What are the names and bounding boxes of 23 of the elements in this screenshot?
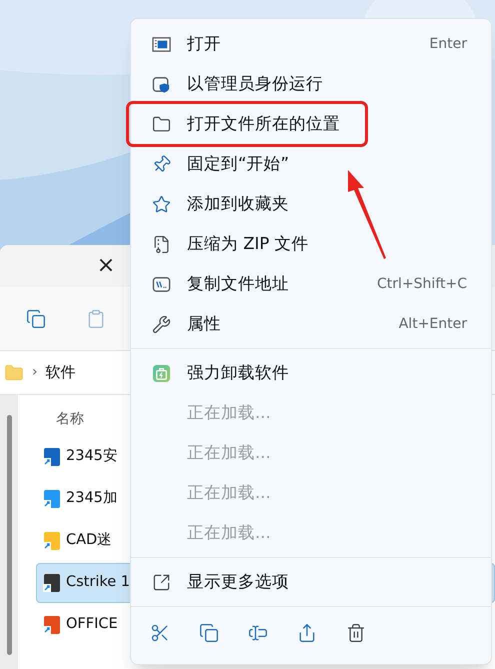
shortcut-text: Enter	[429, 34, 467, 54]
file-name: Cstrike 1	[66, 573, 130, 592]
file-name: CAD迷	[66, 531, 112, 550]
file-name: OFFICE	[66, 615, 118, 634]
menu-label: 以管理员身份运行	[187, 72, 323, 95]
menu-label: 正在加载...	[187, 402, 271, 424]
shortcut-text: Ctrl+Shift+C	[377, 274, 467, 294]
menu-label: 添加到收藏夹	[187, 192, 289, 215]
menu-label: 固定到“开始”	[187, 152, 290, 175]
breadcrumb-separator: ›	[32, 363, 38, 382]
file-name: 2345安	[66, 446, 118, 466]
menu-label: 打开文件所在的位置	[187, 112, 340, 135]
shortcut-text: Alt+Enter	[398, 314, 467, 334]
menu-label: 打开	[187, 32, 221, 55]
menu-label: 正在加载...	[187, 482, 271, 504]
menu-label: 正在加载...	[187, 522, 271, 544]
menu-label: 属性	[187, 312, 221, 335]
menu-label: 压缩为 ZIP 文件	[187, 232, 309, 255]
menu-label: 强力卸载软件	[187, 362, 289, 384]
menu-label: 显示更多选项	[187, 570, 289, 593]
file-name: 2345加	[66, 489, 118, 508]
menu-label: 复制文件地址	[187, 272, 289, 295]
menu-label: 正在加载...	[187, 442, 271, 464]
